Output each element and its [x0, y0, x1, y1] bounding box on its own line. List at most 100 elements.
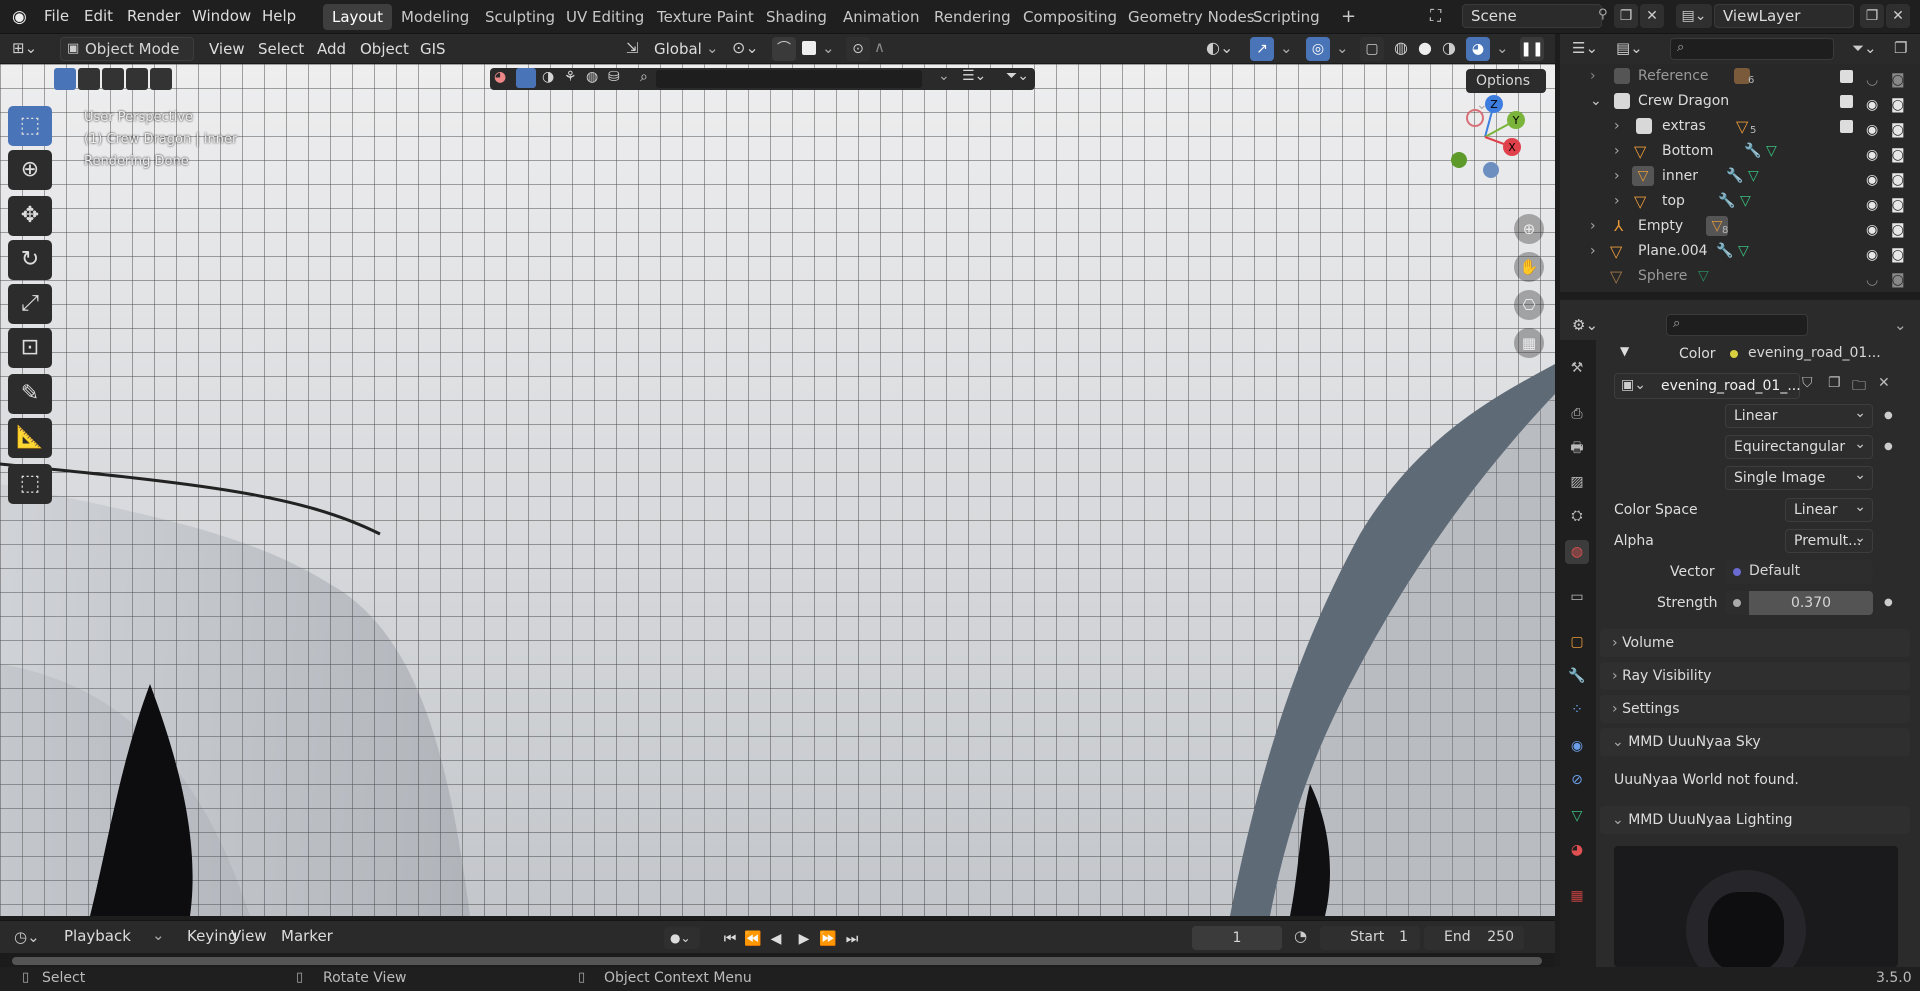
camera-icon[interactable]: ◙: [1891, 268, 1905, 293]
panel-ray-visibility[interactable]: › Ray Visibility: [1600, 662, 1910, 690]
delete-view-layer-icon[interactable]: ✕: [1886, 4, 1910, 28]
material-tab-icon[interactable]: ◕: [1565, 838, 1589, 862]
snap-icon[interactable]: ⌒: [772, 37, 796, 61]
scene-field[interactable]: Scene: [1462, 4, 1602, 28]
list-view-icon[interactable]: ☰⌄: [962, 68, 986, 84]
options-button[interactable]: Options ⌄: [1466, 69, 1546, 113]
tab-uv-editing[interactable]: UV Editing: [557, 4, 653, 30]
delete-scene-icon[interactable]: ✕: [1640, 4, 1664, 28]
blender-logo-icon[interactable]: ◉: [12, 7, 27, 27]
display-mode-icon[interactable]: ▤⌄: [1616, 39, 1643, 57]
properties-editor-icon[interactable]: ⚙⌄: [1572, 316, 1598, 334]
current-frame-field[interactable]: 1: [1192, 926, 1282, 950]
menu-file[interactable]: File: [44, 7, 69, 25]
properties-options-icon[interactable]: ⌄: [1894, 316, 1907, 334]
filter-icon[interactable]: ⏷⌄: [1006, 68, 1029, 84]
panel-mmd-lighting[interactable]: ⌄ MMD UuuNyaa Lighting: [1600, 806, 1910, 834]
pan-hand-icon[interactable]: ✋: [1514, 252, 1544, 282]
expand-icon[interactable]: ›: [1614, 114, 1620, 139]
scene-filter-icon[interactable]: ⛁: [608, 69, 620, 85]
tab-compositing[interactable]: Compositing: [1014, 4, 1126, 30]
keyframe-dot-icon[interactable]: ●: [1884, 597, 1893, 608]
projection-dropdown[interactable]: Equirectangular: [1725, 433, 1873, 459]
play-icon[interactable]: ▶: [794, 929, 814, 949]
vector-socket[interactable]: Default: [1725, 560, 1873, 584]
tool-tab-icon[interactable]: ⚒: [1565, 356, 1589, 380]
output-tab-icon[interactable]: 🖶: [1565, 436, 1589, 460]
keyframe-dot-icon[interactable]: ●: [1884, 441, 1893, 452]
view-layer-field[interactable]: ViewLayer: [1714, 4, 1854, 28]
search-input[interactable]: [656, 70, 922, 88]
new-scene-icon[interactable]: ❐: [1614, 4, 1638, 28]
jump-keyframe-forward-icon[interactable]: ⏩: [818, 929, 838, 949]
measure-tool-icon[interactable]: 📐: [8, 418, 52, 458]
new-collection-icon[interactable]: ❐: [1894, 39, 1907, 57]
expand-icon[interactable]: ›: [1614, 189, 1620, 214]
new-view-layer-icon[interactable]: ❐: [1860, 4, 1884, 28]
color-space-dropdown[interactable]: Linear: [1785, 496, 1873, 522]
tab-modeling[interactable]: Modeling: [392, 4, 478, 30]
pin-icon[interactable]: ⚲: [1598, 7, 1608, 22]
select-invert-icon[interactable]: [126, 68, 148, 90]
material-shading-icon[interactable]: ◑: [1442, 38, 1456, 57]
timeline-editor-icon[interactable]: ◷⌄: [14, 928, 40, 946]
menu-select[interactable]: Select: [258, 40, 304, 58]
world-tab-icon[interactable]: ◍: [1565, 540, 1589, 564]
menu-view[interactable]: View: [231, 927, 267, 945]
menu-view[interactable]: View: [209, 40, 245, 58]
render-tab-icon[interactable]: ⎙: [1565, 402, 1589, 426]
outliner-row-top[interactable]: › ▽ top 🔧 ▽ ◉ ◙: [1560, 189, 1920, 214]
mode-dropdown[interactable]: ▣ Object Mode: [60, 37, 194, 61]
pause-render-icon[interactable]: ❚❚: [1520, 37, 1544, 61]
exclude-checkbox[interactable]: [1840, 95, 1853, 108]
cursor-tool-icon[interactable]: ⊕: [8, 150, 52, 190]
jump-keyframe-back-icon[interactable]: ⏪: [743, 929, 763, 949]
fake-user-icon[interactable]: ⛉: [1802, 375, 1813, 391]
exclude-checkbox[interactable]: [1840, 70, 1853, 83]
unlink-image-icon[interactable]: ✕: [1878, 375, 1890, 391]
menu-help[interactable]: Help: [262, 7, 296, 25]
image-browse-icon[interactable]: ▣⌄: [1621, 377, 1646, 393]
navigation-gizmo[interactable]: Z Y X: [1440, 92, 1530, 182]
menu-add[interactable]: Add: [317, 40, 346, 58]
proportional-edit-icon[interactable]: ⊙: [846, 37, 870, 61]
outliner-row-plane[interactable]: › ▽ Plane.004 🔧 ▽ ◉ ◙: [1560, 239, 1920, 264]
scale-tool-icon[interactable]: ⤢: [8, 284, 52, 324]
tab-rendering[interactable]: Rendering: [925, 4, 1020, 30]
outliner-row-bottom[interactable]: › ▽ Bottom 🔧 ▽ ◉ ◙: [1560, 139, 1920, 164]
sort-dropdown-icon[interactable]: ⌄: [938, 68, 950, 84]
editor-type-icon[interactable]: ⊞⌄: [12, 39, 37, 57]
particles-tab-icon[interactable]: ⁘: [1565, 698, 1589, 722]
outliner-row-extras[interactable]: › extras ▽ 5 ◉ ◙: [1560, 114, 1920, 139]
open-image-icon[interactable]: 🗀: [1852, 375, 1866, 399]
physics-tab-icon[interactable]: ◉: [1565, 734, 1589, 758]
modifier-tab-icon[interactable]: 🔧: [1565, 664, 1589, 688]
gizmo-neg-z[interactable]: [1483, 162, 1499, 178]
select-box-tool-icon[interactable]: ⬚: [8, 106, 52, 146]
timeline-scrollbar[interactable]: [12, 957, 1542, 965]
3d-viewport[interactable]: User Perspective (1) Crew Dragon | inner…: [0, 64, 1555, 916]
color-wheel-icon[interactable]: ◕: [494, 69, 506, 85]
menu-marker[interactable]: Marker: [281, 927, 333, 945]
snap-dropdown-icon[interactable]: ⌄: [822, 39, 835, 57]
orientation-icon[interactable]: ⇲: [626, 39, 639, 57]
preview-range-icon[interactable]: ◔: [1294, 927, 1307, 945]
eye-icon[interactable]: ◡: [1866, 268, 1878, 293]
gizmo-neg-x[interactable]: [1466, 109, 1484, 127]
outliner-row-sphere[interactable]: ▽ Sphere ▽ ◡ ◙: [1560, 264, 1920, 289]
object-tab-icon[interactable]: ▢: [1565, 630, 1589, 654]
select-box-mode-icon[interactable]: [54, 68, 76, 90]
constraints-tab-icon[interactable]: ⊘: [1565, 768, 1589, 792]
outliner-search-input[interactable]: ⌕: [1670, 38, 1834, 60]
auto-keying-icon[interactable]: ●⌄: [664, 927, 700, 949]
tab-sculpting[interactable]: Sculpting: [476, 4, 564, 30]
tab-geometry-nodes[interactable]: Geometry Nodes: [1119, 4, 1264, 30]
playback-dropdown-icon[interactable]: ⌄: [152, 926, 165, 944]
collection-tab-icon[interactable]: ▭: [1565, 585, 1589, 609]
material-filter-icon[interactable]: ◑: [542, 69, 554, 85]
source-dropdown[interactable]: Single Image: [1725, 464, 1873, 490]
gizmo-toggle-icon[interactable]: ↗: [1250, 37, 1274, 61]
end-frame-field[interactable]: End 250: [1424, 926, 1524, 950]
play-reverse-icon[interactable]: ◀: [766, 929, 786, 949]
orientation-dropdown-icon[interactable]: ⌄: [706, 39, 719, 57]
